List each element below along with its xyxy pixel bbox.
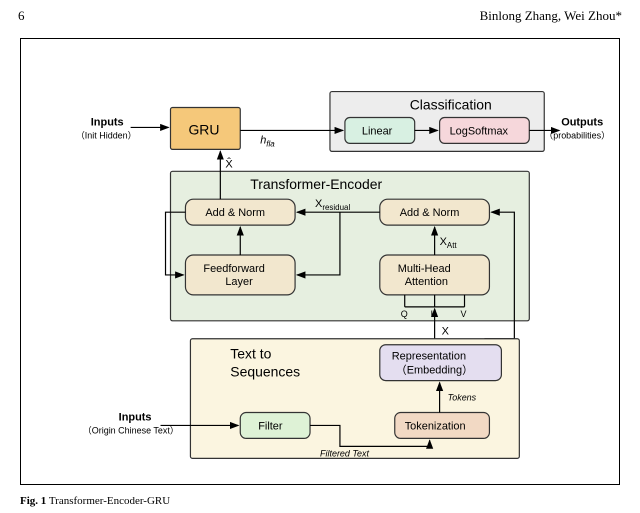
header-authors: Binlong Zhang, Wei Zhou* [480,8,622,24]
inputs-top-label: Inputs [91,116,124,128]
q-label: Q [401,309,408,319]
addnorm2-label: Add & Norm [400,207,460,219]
origin-label: （Origin Chinese Text） [83,425,179,435]
xhat-label: X̂ [225,156,233,170]
ff-label-2: Layer [225,276,253,288]
figure-caption: Fig. 1 Transformer-Encoder-GRU [20,495,170,507]
transformer-group [171,171,530,321]
t2s-title-1: Text to [230,346,271,362]
hfla-label: hfla [260,134,275,148]
logsoftmax-label: LogSoftmax [450,125,509,137]
mha-label-1: Multi-Head [398,263,451,275]
figure-frame: Classification Linear LogSoftmax GRU Inp… [20,38,620,485]
mha-label-2: Attention [405,276,448,288]
filter-label: Filter [258,420,283,432]
probs-label: （probabilities） [544,130,610,140]
linear-label: Linear [362,125,393,137]
v-label: V [461,309,467,319]
t2s-title-2: Sequences [230,364,300,380]
inputs-bottom-label: Inputs [119,411,152,423]
k-label: K [431,309,437,319]
gru-label: GRU [188,121,219,137]
repr-label-1: Representation [392,351,466,363]
addnorm1-label: Add & Norm [205,207,265,219]
classification-title: Classification [410,97,492,113]
tokens-label: Tokens [448,393,477,403]
ff-label-1: Feedforward [203,263,265,275]
page-number: 6 [18,8,25,24]
outputs-label: Outputs [561,116,603,128]
repr-label-2: （Embedding） [396,364,473,377]
transformer-title: Transformer-Encoder [250,176,382,192]
filtered-label: Filtered Text [320,448,370,458]
init-hidden-label: （Init Hidden） [76,130,137,140]
tokenization-label: Tokenization [405,420,466,432]
x-label: X [442,326,450,338]
